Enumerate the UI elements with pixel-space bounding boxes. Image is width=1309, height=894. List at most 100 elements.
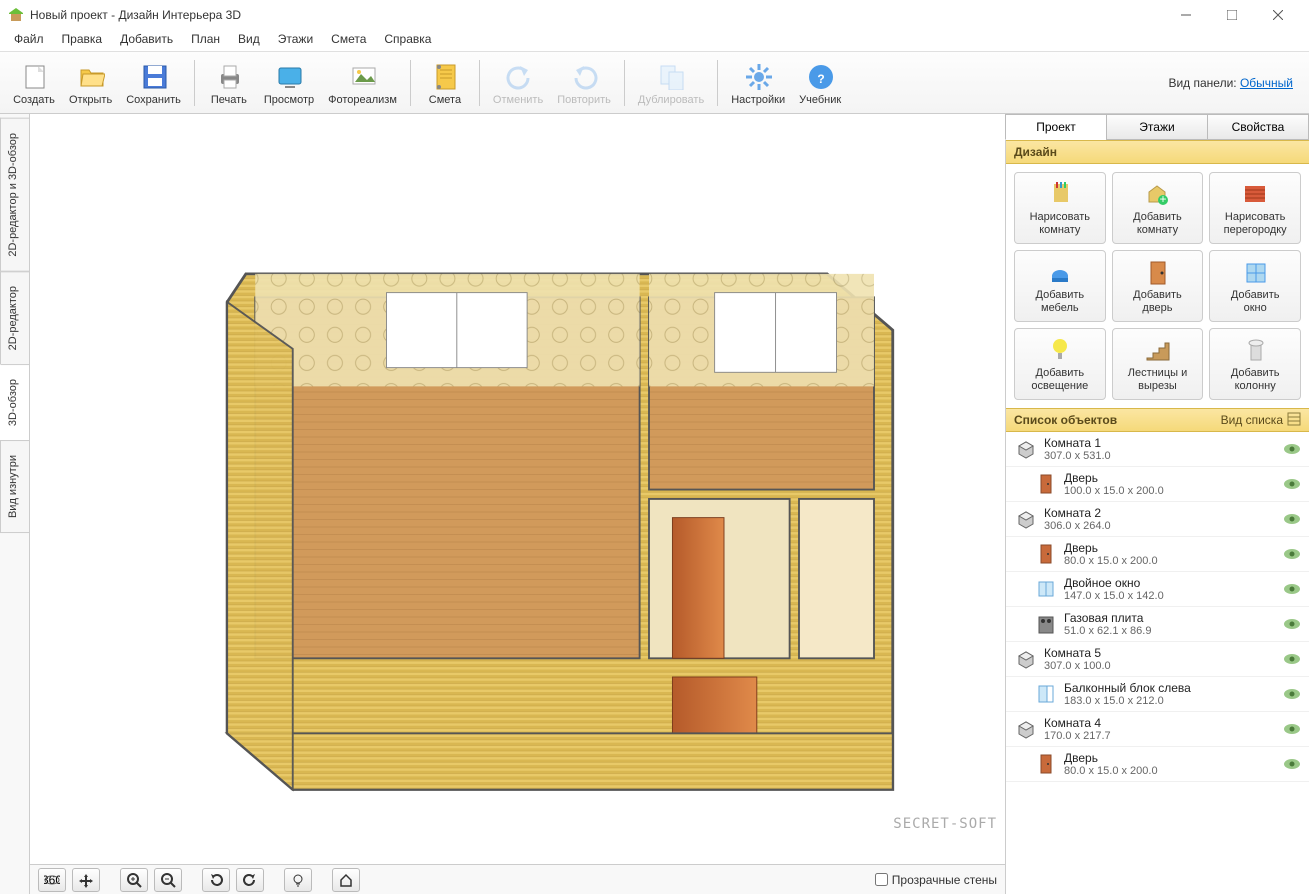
object-row[interactable]: Комната 4170.0 x 217.7 xyxy=(1006,712,1309,747)
door-icon xyxy=(1034,752,1058,776)
visibility-eye-icon[interactable] xyxy=(1283,513,1301,525)
canvas-rotate-left-button[interactable] xyxy=(202,868,230,892)
list-view-label: Вид списка xyxy=(1221,413,1283,427)
right-panel: ПроектЭтажиСвойства Дизайн Нарисоватьком… xyxy=(1005,114,1309,894)
object-row[interactable]: Комната 1307.0 x 531.0 xyxy=(1006,432,1309,467)
room-icon xyxy=(1014,647,1038,671)
design-button-1[interactable]: +Добавитькомнату xyxy=(1112,172,1204,244)
menu-6[interactable]: Смета xyxy=(323,30,374,51)
transparent-walls-checkbox[interactable]: Прозрачные стены xyxy=(875,873,997,887)
toolbar-estimate-button[interactable]: Смета xyxy=(417,54,473,112)
panel-view-link[interactable]: Обычный xyxy=(1240,76,1293,90)
visibility-eye-icon[interactable] xyxy=(1283,723,1301,735)
object-row[interactable]: Дверь100.0 x 15.0 x 200.0 xyxy=(1006,467,1309,502)
left-tabs: 2D-редактор и 3D-обзор2D-редактор3D-обзо… xyxy=(0,114,30,894)
visibility-eye-icon[interactable] xyxy=(1283,443,1301,455)
visibility-eye-icon[interactable] xyxy=(1283,548,1301,560)
object-row[interactable]: Балконный блок слева183.0 x 15.0 x 212.0 xyxy=(1006,677,1309,712)
design-button-8[interactable]: Добавитьколонну xyxy=(1209,328,1301,400)
app-icon xyxy=(8,7,24,23)
object-row[interactable]: Газовая плита51.0 x 62.1 x 86.9 xyxy=(1006,607,1309,642)
right-tab-0[interactable]: Проект xyxy=(1005,114,1107,140)
toolbar: СоздатьОткрытьСохранитьПечатьПросмотрФот… xyxy=(0,52,1309,114)
estimate-icon xyxy=(429,60,461,92)
objects-header-label: Список объектов xyxy=(1014,413,1117,427)
list-view-toggle-icon[interactable] xyxy=(1287,412,1301,429)
design-button-5[interactable]: Добавитьокно xyxy=(1209,250,1301,322)
object-row[interactable]: Дверь80.0 x 15.0 x 200.0 xyxy=(1006,537,1309,572)
design-button-3[interactable]: Добавитьмебель xyxy=(1014,250,1106,322)
right-tab-1[interactable]: Этажи xyxy=(1106,114,1208,140)
toolbar-redo-button: Повторить xyxy=(550,54,618,112)
toolbar-undo-button: Отменить xyxy=(486,54,550,112)
visibility-eye-icon[interactable] xyxy=(1283,688,1301,700)
object-row[interactable]: Дверь80.0 x 15.0 x 200.0 xyxy=(1006,747,1309,782)
menu-4[interactable]: Вид xyxy=(230,30,268,51)
toolbar-settings-button[interactable]: Настройки xyxy=(724,54,792,112)
save-icon xyxy=(138,60,170,92)
preview-icon xyxy=(273,60,305,92)
toolbar-preview-button[interactable]: Просмотр xyxy=(257,54,321,112)
menu-2[interactable]: Добавить xyxy=(112,30,181,51)
canvas-3d-view[interactable]: SECRET-SOFT xyxy=(30,114,1005,864)
object-row[interactable]: Двойное окно147.0 x 15.0 x 142.0 xyxy=(1006,572,1309,607)
open-icon xyxy=(75,60,107,92)
design-button-4[interactable]: Добавитьдверь xyxy=(1112,250,1204,322)
visibility-eye-icon[interactable] xyxy=(1283,758,1301,770)
panel-view-label: Вид панели: Обычный xyxy=(1158,76,1303,90)
toolbar-photo-button[interactable]: Фотореализм xyxy=(321,54,404,112)
toolbar-help-button[interactable]: ?Учебник xyxy=(792,54,848,112)
visibility-eye-icon[interactable] xyxy=(1283,583,1301,595)
canvas-toolbar: 360 Прозрачные стены xyxy=(30,864,1005,894)
svg-text:+: + xyxy=(1160,192,1167,206)
menu-3[interactable]: План xyxy=(183,30,228,51)
design-tools-grid: Нарисоватькомнату+ДобавитькомнатуНарисов… xyxy=(1006,164,1309,408)
svg-text:360: 360 xyxy=(44,873,60,887)
menu-1[interactable]: Правка xyxy=(54,30,111,51)
menu-7[interactable]: Справка xyxy=(376,30,439,51)
window-title: Новый проект - Дизайн Интерьера 3D xyxy=(30,8,1163,22)
right-tab-2[interactable]: Свойства xyxy=(1207,114,1309,140)
toolbar-create-button[interactable]: Создать xyxy=(6,54,62,112)
left-tab-3[interactable]: Вид изнутри xyxy=(0,440,29,533)
visibility-eye-icon[interactable] xyxy=(1283,618,1301,630)
visibility-eye-icon[interactable] xyxy=(1283,478,1301,490)
canvas-pan-button[interactable] xyxy=(72,868,100,892)
object-row[interactable]: Комната 2306.0 x 264.0 xyxy=(1006,502,1309,537)
left-tab-1[interactable]: 2D-редактор xyxy=(0,271,29,365)
canvas-rotate-right-button[interactable] xyxy=(236,868,264,892)
photo-icon xyxy=(347,60,379,92)
toolbar-print-button[interactable]: Печать xyxy=(201,54,257,112)
toolbar-save-button[interactable]: Сохранить xyxy=(119,54,188,112)
left-tab-2[interactable]: 3D-обзор xyxy=(0,364,29,441)
object-row[interactable]: Комната 5307.0 x 100.0 xyxy=(1006,642,1309,677)
room-icon xyxy=(1014,437,1038,461)
design-button-0[interactable]: Нарисоватькомнату xyxy=(1014,172,1106,244)
menubar: ФайлПравкаДобавитьПланВидЭтажиСметаСправ… xyxy=(0,30,1309,52)
design-button-6[interactable]: Добавитьосвещение xyxy=(1014,328,1106,400)
canvas-home-button[interactable] xyxy=(332,868,360,892)
canvas-light-button[interactable] xyxy=(284,868,312,892)
design-button-2[interactable]: Нарисоватьперегородку xyxy=(1209,172,1301,244)
svg-text:?: ? xyxy=(817,72,824,86)
window-icon xyxy=(1034,577,1058,601)
help-icon: ? xyxy=(804,60,836,92)
create-icon xyxy=(18,60,50,92)
canvas-zoom-out-button[interactable] xyxy=(154,868,182,892)
toolbar-duplicate-button: Дублировать xyxy=(631,54,711,112)
left-tab-0[interactable]: 2D-редактор и 3D-обзор xyxy=(0,118,29,272)
canvas-panorama-button[interactable]: 360 xyxy=(38,868,66,892)
room-icon xyxy=(1014,507,1038,531)
close-button[interactable] xyxy=(1255,0,1301,30)
transparent-walls-label: Прозрачные стены xyxy=(892,873,997,887)
visibility-eye-icon[interactable] xyxy=(1283,653,1301,665)
door-icon xyxy=(1034,542,1058,566)
menu-0[interactable]: Файл xyxy=(6,30,52,51)
menu-5[interactable]: Этажи xyxy=(270,30,321,51)
undo-icon xyxy=(502,60,534,92)
minimize-button[interactable] xyxy=(1163,0,1209,30)
design-button-7[interactable]: Лестницы ивырезы xyxy=(1112,328,1204,400)
toolbar-open-button[interactable]: Открыть xyxy=(62,54,119,112)
maximize-button[interactable] xyxy=(1209,0,1255,30)
canvas-zoom-in-button[interactable] xyxy=(120,868,148,892)
